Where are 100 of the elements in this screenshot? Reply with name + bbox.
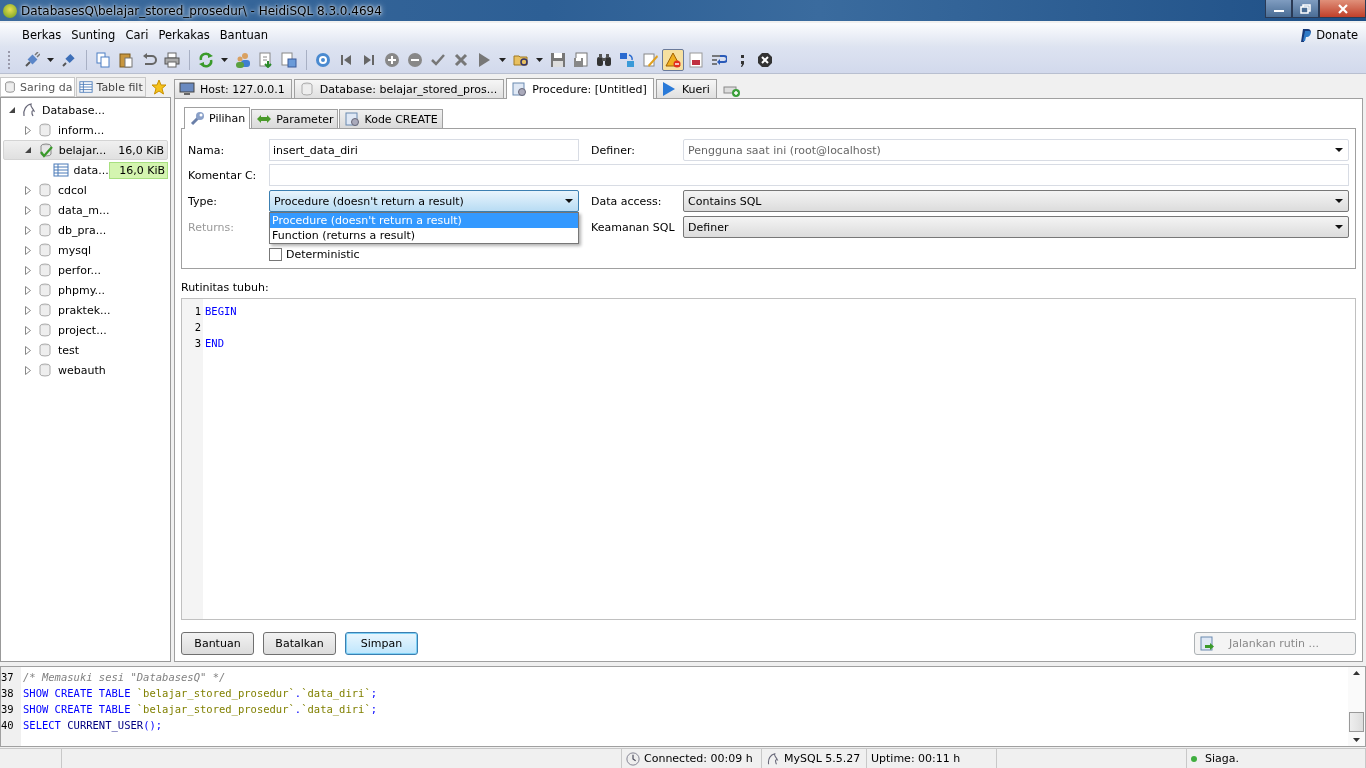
database-icon (37, 202, 53, 218)
deterministic-checkbox[interactable]: Deterministic (269, 248, 579, 261)
line-number: 40 (1, 718, 15, 733)
collapse-arrow-icon[interactable] (24, 146, 34, 154)
field-label: Komentar C: (188, 168, 258, 182)
database-icon (37, 362, 53, 378)
tree-item[interactable]: test (3, 340, 168, 360)
tree-item[interactable]: db_pra... (3, 220, 168, 240)
scrollbar-thumb[interactable] (1349, 712, 1364, 732)
tree-item[interactable]: phpmy... (3, 280, 168, 300)
dialog-button[interactable]: Batalkan (263, 632, 336, 655)
expand-arrow-icon[interactable] (23, 125, 33, 135)
expand-arrow-icon[interactable] (23, 285, 33, 295)
tab[interactable]: Pilihan (184, 107, 251, 129)
star-icon[interactable] (150, 79, 167, 95)
monitor-icon (179, 81, 195, 97)
tab[interactable]: Kueri (655, 79, 717, 98)
scroll-icon (511, 81, 528, 97)
warning-icon[interactable] (662, 49, 684, 71)
status-text: Uptime: 00:11 h (871, 752, 961, 765)
security-dropdown[interactable]: Definer (683, 216, 1349, 238)
comment-field[interactable] (269, 164, 1349, 186)
tree-item[interactable]: praktek... (3, 300, 168, 320)
maximize-button[interactable] (1292, 0, 1319, 18)
printer-icon[interactable] (161, 49, 183, 71)
log-line: SELECT CURRENT_USER(); (23, 718, 164, 733)
table-icon (52, 162, 69, 178)
code-line: END (205, 337, 224, 349)
tree-item[interactable]: cdcol (3, 180, 168, 200)
tree-item[interactable]: mysql (3, 240, 168, 260)
expand-arrow-icon[interactable] (23, 265, 33, 275)
database-icon (3, 80, 17, 94)
scroll-icon (344, 111, 361, 127)
line-number: 39 (1, 702, 15, 717)
caret-icon (1335, 225, 1343, 229)
donate-button[interactable]: Donate (1297, 27, 1358, 43)
code-editor[interactable]: 1 2 3 BEGIN END (181, 298, 1356, 620)
expand-arrow-icon[interactable] (23, 365, 33, 375)
app-logo-icon (3, 3, 17, 18)
caret-icon (1335, 199, 1343, 203)
database-icon (298, 81, 315, 97)
import-icon[interactable] (278, 49, 300, 71)
tree-item[interactable]: data... 16,0 KiB (3, 160, 168, 180)
scroll-icon (1199, 635, 1215, 652)
line-number: 37 (1, 670, 15, 685)
definer-dropdown[interactable]: Pengguna saat ini (root@localhost) (683, 139, 1349, 161)
name-field[interactable]: insert_data_diri (269, 139, 579, 161)
tree-item[interactable]: belajar... 16,0 KiB (3, 140, 168, 160)
expand-arrow-icon[interactable] (23, 225, 33, 235)
database-icon (37, 322, 53, 338)
sidebar-tab[interactable]: Table filt (76, 77, 146, 97)
dialog-button[interactable]: Simpan (345, 632, 418, 655)
expand-arrow-icon[interactable] (23, 245, 33, 255)
expand-arrow-icon[interactable] (23, 325, 33, 335)
tree-item[interactable]: inform... (3, 120, 168, 140)
dropdown-option[interactable]: Function (returns a result) (270, 228, 578, 243)
tree-item[interactable]: webauth (3, 360, 168, 380)
log-line: /* Memasuki sesi "DatabasesQ" */ (23, 670, 227, 685)
scroll-down-icon[interactable] (1353, 738, 1360, 742)
field-label: Type: (188, 194, 218, 208)
minimize-button[interactable] (1265, 0, 1292, 18)
tree-item[interactable]: project... (3, 320, 168, 340)
code-line: BEGIN (205, 305, 237, 317)
tab[interactable]: Parameter (251, 109, 339, 128)
database-icon (37, 342, 53, 358)
menu-item[interactable]: Perkakas (153, 26, 215, 44)
line-number: 38 (1, 686, 15, 701)
status-text: Connected: 00:09 h (644, 752, 753, 765)
menu-item[interactable]: Sunting (66, 26, 121, 44)
caret-icon (1335, 148, 1343, 152)
expand-arrow-icon[interactable] (23, 185, 33, 195)
dialog-button[interactable]: Bantuan (181, 632, 254, 655)
maximize-icon (1299, 3, 1312, 14)
tree-item[interactable]: data_m... (3, 200, 168, 220)
database-icon (37, 222, 53, 238)
tab[interactable]: Host: 127.0.0.1 (174, 79, 292, 98)
database-icon (37, 242, 53, 258)
database-icon (37, 302, 53, 318)
tree-item[interactable]: Database... (3, 100, 168, 120)
menu-item[interactable]: Cari (120, 26, 154, 44)
field-label: Keamanan SQL (591, 220, 676, 234)
menu-item[interactable]: Bantuan (214, 26, 274, 44)
collapse-arrow-icon[interactable] (7, 106, 17, 114)
tab[interactable]: Database: belajar_stored_pros... (293, 79, 505, 98)
scrollbar[interactable] (1348, 667, 1365, 746)
field-label: Data access: (591, 194, 663, 208)
expand-arrow-icon[interactable] (23, 305, 33, 315)
expand-arrow-icon[interactable] (23, 205, 33, 215)
type-dropdown[interactable]: Procedure (doesn't return a result) (269, 190, 579, 212)
tab[interactable]: Procedure: [Untitled] (506, 78, 654, 99)
data-access-dropdown[interactable]: Contains SQL (683, 190, 1349, 212)
close-button[interactable] (1319, 0, 1366, 18)
tab[interactable]: Kode CREATE (339, 109, 443, 128)
tree-item[interactable]: perfor... (3, 260, 168, 280)
expand-arrow-icon[interactable] (23, 345, 33, 355)
menu-item[interactable]: Berkas (17, 26, 67, 44)
caret-icon (565, 199, 573, 203)
sidebar-tab[interactable]: Saring da (0, 77, 76, 97)
field-label: Nama: (188, 143, 226, 157)
scroll-up-icon[interactable] (1353, 671, 1360, 675)
